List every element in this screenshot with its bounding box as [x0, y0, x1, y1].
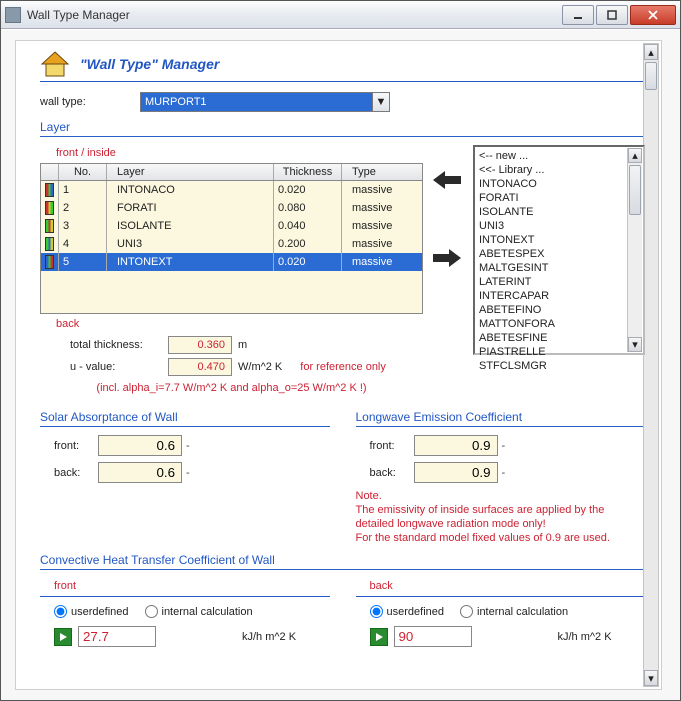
longwave-section-title: Longwave Emission Coefficient	[356, 410, 646, 424]
note-line1: The emissivity of inside surfaces are ap…	[356, 503, 646, 531]
list-item[interactable]: <-- new ...	[479, 149, 639, 163]
listbox-scrollbar[interactable]: ▴ ▾	[627, 148, 642, 352]
list-item[interactable]: INTERCAPAR	[479, 289, 639, 303]
play-icon[interactable]	[54, 628, 72, 646]
window-scrollbar[interactable]: ▴ ▾	[643, 43, 659, 687]
divider	[40, 596, 330, 597]
play-icon[interactable]	[370, 628, 388, 646]
list-item[interactable]: INTONEXT	[479, 233, 639, 247]
list-item[interactable]: LATERINT	[479, 275, 639, 289]
layer-section-title: Layer	[40, 120, 645, 134]
list-item[interactable]: STFCLSMGR	[479, 359, 639, 373]
library-listbox[interactable]: <-- new ... <<- Library ... INTONACO FOR…	[473, 145, 645, 355]
walltype-combo[interactable]: MURPORT1 ▼	[140, 92, 390, 112]
list-item[interactable]: INTONACO	[479, 177, 639, 191]
list-item[interactable]: ABETESPEX	[479, 247, 639, 261]
grid-header: No. Layer Thickness Type	[41, 164, 422, 181]
scroll-up-icon[interactable]: ▴	[628, 148, 642, 163]
conv-unit: kJ/h m^2 K	[242, 631, 296, 643]
back-label: back	[56, 318, 423, 330]
close-button[interactable]	[630, 5, 676, 25]
u-value: 0.470	[168, 358, 232, 376]
note-title: Note.	[356, 489, 646, 503]
divider	[40, 136, 645, 137]
walltype-label: wall type:	[40, 96, 140, 108]
solar-back-input[interactable]	[98, 462, 182, 483]
conv-back-label: back	[370, 580, 646, 592]
front-inside-label: front / inside	[56, 147, 423, 159]
list-item[interactable]: MALTGESINT	[479, 261, 639, 275]
convective-section-title: Convective Heat Transfer Coefficient of …	[40, 553, 645, 567]
conv-back-input[interactable]	[394, 626, 472, 647]
total-thickness-label: total thickness:	[70, 339, 168, 351]
app-icon	[5, 7, 21, 23]
page-title: "Wall Type" Manager	[80, 56, 219, 72]
alpha-note: (incl. alpha_i=7.7 W/m^2 K and alpha_o=2…	[40, 382, 423, 394]
table-row[interactable]: 3ISOLANTE0.040massive	[41, 217, 422, 235]
solar-back-label: back:	[54, 467, 98, 479]
maximize-button[interactable]	[596, 5, 628, 25]
divider	[40, 81, 645, 82]
house-icon	[40, 51, 70, 77]
table-row[interactable]: 4UNI30.200massive	[41, 235, 422, 253]
scroll-up-icon[interactable]: ▴	[644, 44, 658, 60]
list-item[interactable]: FORATI	[479, 191, 639, 205]
list-item[interactable]: ABETEFINO	[479, 303, 639, 317]
longwave-back-label: back:	[370, 467, 414, 479]
front-internal-radio[interactable]: internal calculation	[145, 605, 253, 618]
back-internal-radio[interactable]: internal calculation	[460, 605, 568, 618]
table-row-selected[interactable]: 5INTONEXT0.020massive	[41, 253, 422, 271]
reference-note: for reference only	[300, 361, 386, 373]
arrow-left-icon[interactable]	[433, 169, 461, 191]
conv-unit: kJ/h m^2 K	[558, 631, 612, 643]
list-item[interactable]: UNI3	[479, 219, 639, 233]
arrow-right-icon[interactable]	[433, 247, 461, 269]
divider	[40, 569, 645, 570]
conv-front-label: front	[54, 580, 330, 592]
wall-type-manager-window: Wall Type Manager ▴ ▾ "Wall Type" Manage…	[0, 0, 681, 701]
window-title: Wall Type Manager	[27, 8, 560, 22]
scroll-down-icon[interactable]: ▾	[644, 670, 658, 686]
minimize-button[interactable]	[562, 5, 594, 25]
chevron-down-icon[interactable]: ▼	[372, 92, 390, 112]
note-line2: For the standard model fixed values of 0…	[356, 531, 646, 545]
longwave-front-label: front:	[370, 440, 414, 452]
list-item[interactable]: ISOLANTE	[479, 205, 639, 219]
longwave-front-input[interactable]	[414, 435, 498, 456]
total-thickness-value: 0.360	[168, 336, 232, 354]
table-row[interactable]: 1INTONACO0.020massive	[41, 181, 422, 199]
solar-front-input[interactable]	[98, 435, 182, 456]
list-item[interactable]: MATTONFORA	[479, 317, 639, 331]
table-row[interactable]: 2FORATI0.080massive	[41, 199, 422, 217]
divider	[356, 596, 646, 597]
layer-grid[interactable]: No. Layer Thickness Type 1INTONACO0.020m…	[40, 163, 423, 314]
list-item[interactable]: <<- Library ...	[479, 163, 639, 177]
conv-front-input[interactable]	[78, 626, 156, 647]
longwave-back-input[interactable]	[414, 462, 498, 483]
solar-front-label: front:	[54, 440, 98, 452]
divider	[356, 426, 646, 427]
scroll-down-icon[interactable]: ▾	[628, 337, 642, 352]
u-value-label: u - value:	[70, 361, 168, 373]
walltype-value: MURPORT1	[140, 92, 390, 112]
list-item[interactable]: PIASTRELLE	[479, 345, 639, 359]
scroll-thumb[interactable]	[629, 165, 641, 215]
front-userdefined-radio[interactable]: userdefined	[54, 605, 129, 618]
divider	[40, 426, 330, 427]
scroll-thumb[interactable]	[645, 62, 657, 90]
titlebar[interactable]: Wall Type Manager	[1, 1, 680, 29]
list-item[interactable]: ABETESFINE	[479, 331, 639, 345]
back-userdefined-radio[interactable]: userdefined	[370, 605, 445, 618]
solar-section-title: Solar Absorptance of Wall	[40, 410, 330, 424]
